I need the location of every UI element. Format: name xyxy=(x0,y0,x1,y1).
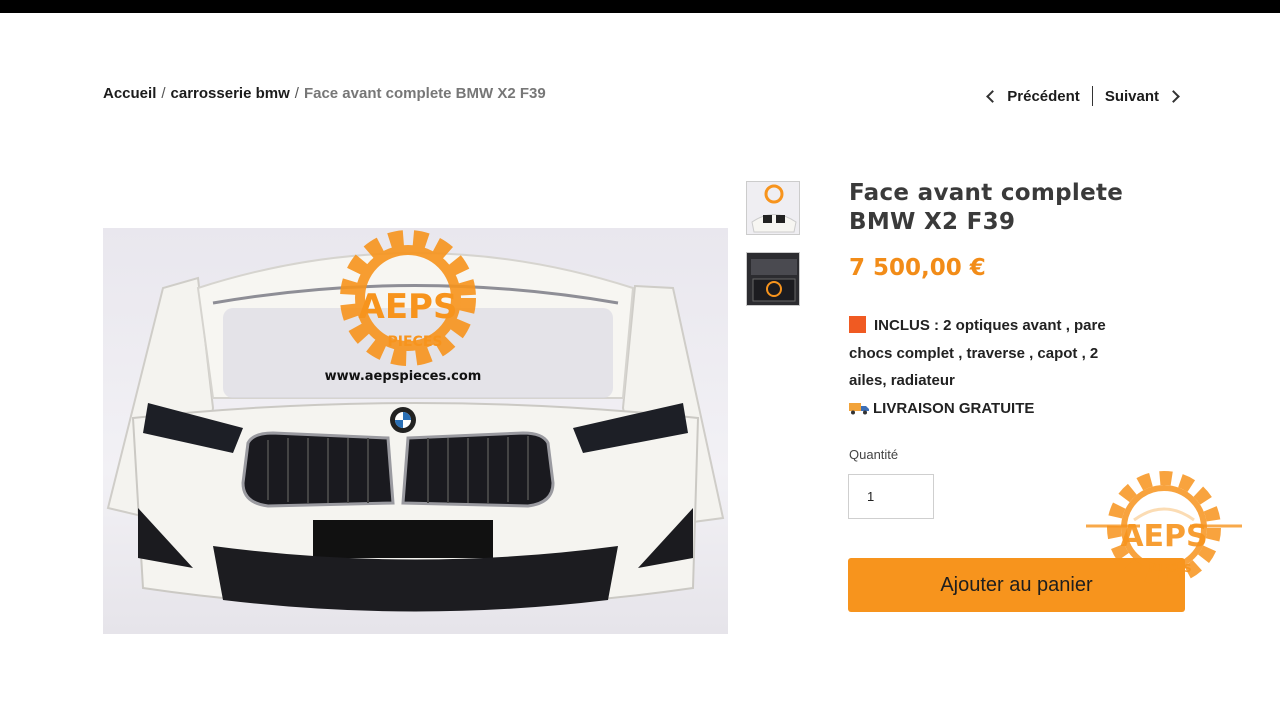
car-front-illustration: AEPS PIECES www.aepspieces.com xyxy=(106,230,725,612)
product-title-line1: Face avant complete xyxy=(849,180,1124,206)
delivery-text: LIVRAISON GRATUITE xyxy=(873,399,1035,417)
previous-label: Précédent xyxy=(1007,87,1080,105)
product-short-description: INCLUS : 2 optiques avant , pare chocs c… xyxy=(849,312,1159,422)
image-watermark-sub: PIECES xyxy=(388,334,443,350)
included-text-1: INCLUS : 2 optiques avant , pare xyxy=(874,317,1106,334)
product-main-image[interactable]: AEPS PIECES www.aepspieces.com xyxy=(103,228,728,634)
product-title-line2: BMW X2 F39 xyxy=(849,209,1016,235)
quantity-label: Quantité xyxy=(849,447,899,462)
image-watermark-url: www.aepspieces.com xyxy=(325,369,482,384)
quantity-input[interactable] xyxy=(848,474,934,519)
orange-square-icon xyxy=(849,316,866,333)
product-title: Face avant complete BMW X2 F39 xyxy=(849,179,1179,237)
pager-divider xyxy=(1091,86,1093,106)
included-line: INCLUS : 2 optiques avant , pare xyxy=(849,312,1159,340)
breadcrumb: Accueil / carrosserie bmw / Face avant c… xyxy=(103,85,546,102)
image-watermark-brand: AEPS xyxy=(359,287,458,327)
previous-product-link[interactable]: Précédent xyxy=(984,88,1080,105)
product-pager: Précédent Suivant xyxy=(984,86,1182,106)
delivery-line: LIVRAISON GRATUITE xyxy=(849,395,1159,423)
included-text-3: ailes, radiateur xyxy=(849,372,955,389)
product-thumbnail-1[interactable] xyxy=(746,181,800,235)
breadcrumb-home-link[interactable]: Accueil xyxy=(103,85,156,102)
next-product-link[interactable]: Suivant xyxy=(1105,88,1182,105)
breadcrumb-separator: / xyxy=(294,85,299,102)
overlay-logo-brand: AEPS xyxy=(1120,519,1207,554)
breadcrumb-current: Face avant complete BMW X2 F39 xyxy=(303,85,546,102)
product-price: 7 500,00 € xyxy=(849,255,986,281)
chevron-right-icon xyxy=(1167,89,1180,103)
top-black-bar xyxy=(0,0,1280,13)
thumbnail-parts-image xyxy=(747,253,799,305)
breadcrumb-category-link[interactable]: carrosserie bmw xyxy=(171,85,290,102)
product-thumbnail-2[interactable] xyxy=(746,252,800,306)
included-text-2: chocs complet , traverse , capot , 2 xyxy=(849,344,1099,362)
chevron-left-icon xyxy=(986,89,1000,103)
thumbnail-car-image xyxy=(747,182,799,234)
delivery-truck-icon xyxy=(849,402,869,414)
add-to-cart-button[interactable]: Ajouter au panier xyxy=(848,558,1185,612)
next-label: Suivant xyxy=(1104,87,1159,105)
breadcrumb-separator: / xyxy=(161,85,166,102)
